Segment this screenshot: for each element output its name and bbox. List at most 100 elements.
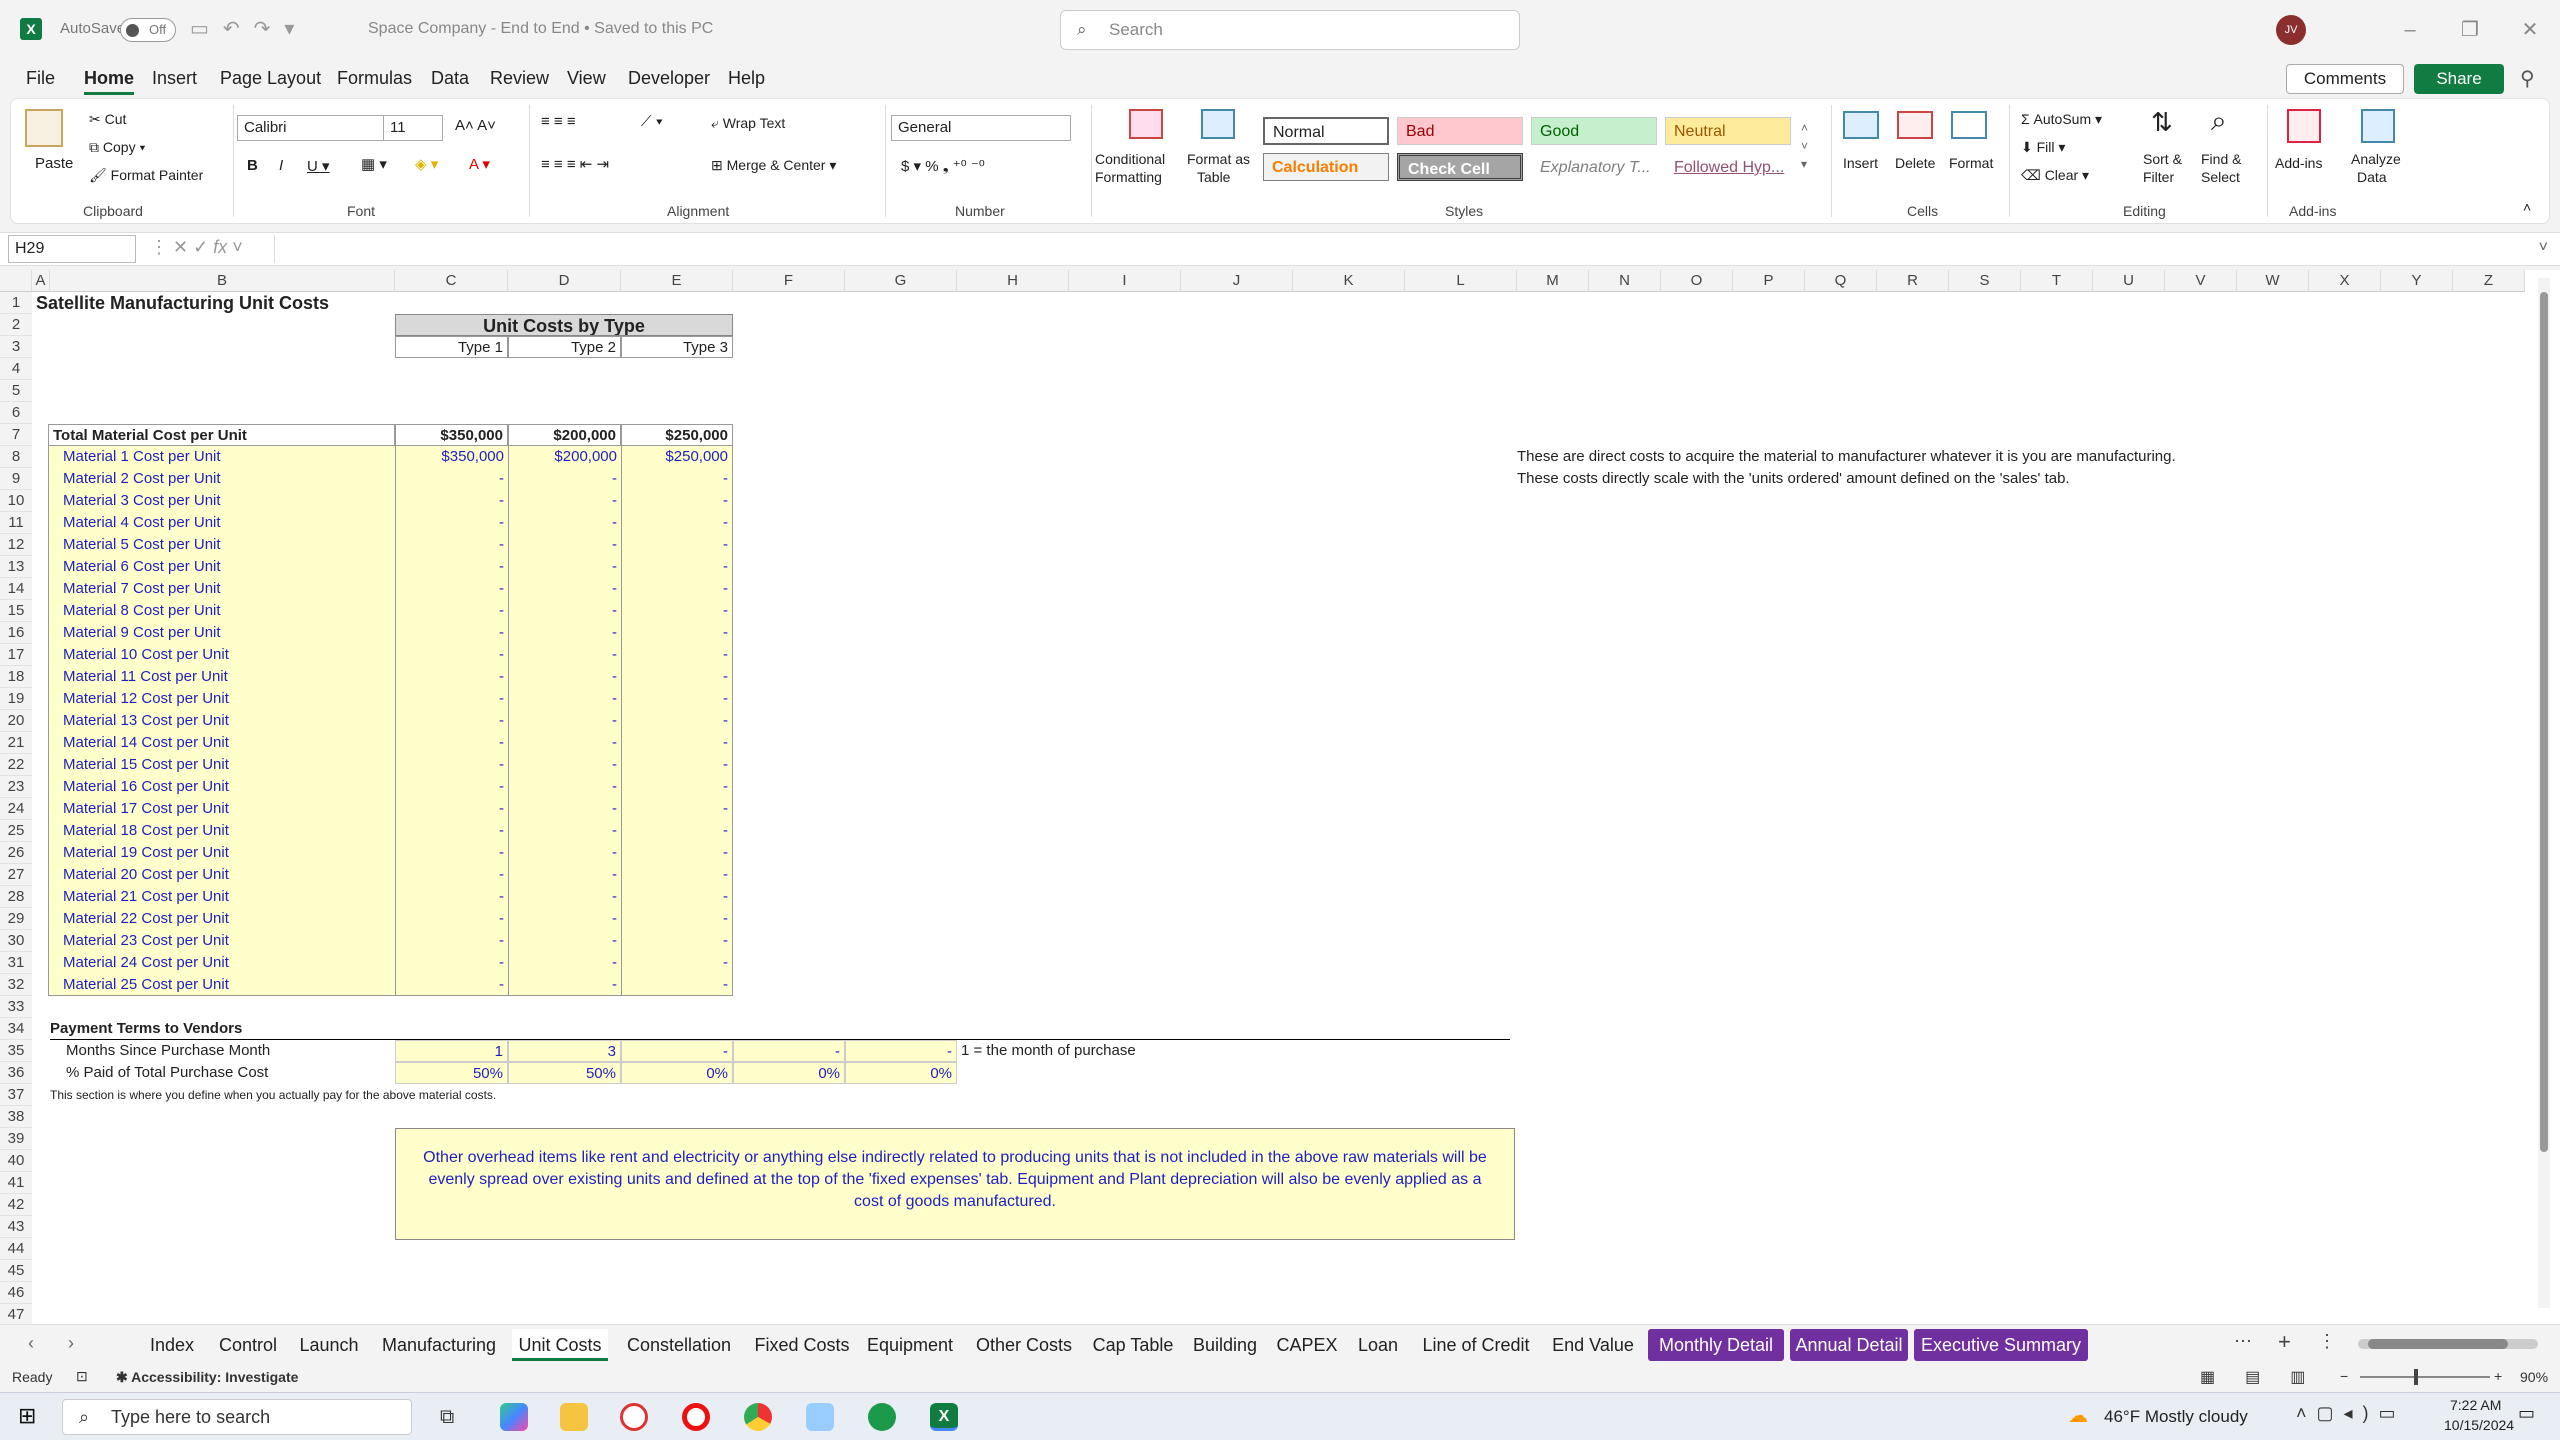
months-cell[interactable]: -	[621, 1040, 733, 1062]
align-left-icon[interactable]: ≡ ≡ ≡ ⇤ ⇥	[541, 155, 609, 173]
sheet-tab[interactable]: Line of Credit	[1414, 1329, 1538, 1361]
material-label[interactable]: Material 1 Cost per Unit	[48, 446, 395, 468]
type-header[interactable]: Type 2	[508, 336, 621, 358]
style-good[interactable]: Good	[1531, 117, 1657, 145]
tab-review[interactable]: Review	[490, 68, 549, 89]
material-cost-cell[interactable]: $250,000	[621, 446, 733, 468]
months-cell[interactable]: 1	[395, 1040, 508, 1062]
tab-formulas[interactable]: Formulas	[337, 68, 412, 89]
total-cost-cell[interactable]: $250,000	[621, 424, 733, 446]
material-cost-cell[interactable]: -	[508, 688, 621, 710]
material-cost-cell[interactable]: -	[621, 490, 733, 512]
select-all[interactable]	[0, 270, 32, 292]
sheet-tab[interactable]: Launch	[292, 1329, 366, 1361]
column-header[interactable]: A	[32, 270, 50, 292]
column-header[interactable]: N	[1589, 270, 1661, 292]
app-icon[interactable]	[806, 1403, 834, 1431]
sheet-tab[interactable]: Constellation	[614, 1329, 744, 1361]
sheet-tab[interactable]: Cap Table	[1088, 1329, 1178, 1361]
tab-developer[interactable]: Developer	[628, 68, 710, 89]
material-cost-cell[interactable]: -	[395, 578, 508, 600]
material-cost-cell[interactable]: -	[621, 974, 733, 996]
material-cost-cell[interactable]: -	[621, 534, 733, 556]
paid-cell[interactable]: 0%	[733, 1062, 845, 1084]
material-label[interactable]: Material 3 Cost per Unit	[48, 490, 395, 512]
row-header[interactable]: 38	[0, 1106, 32, 1128]
row-header[interactable]: 33	[0, 996, 32, 1018]
tab-page-layout[interactable]: Page Layout	[220, 68, 321, 89]
material-cost-cell[interactable]: -	[621, 952, 733, 974]
notifications-icon[interactable]: ▭	[2518, 1403, 2535, 1424]
tab-insert[interactable]: Insert	[152, 68, 197, 89]
material-cost-cell[interactable]: -	[508, 842, 621, 864]
sheet-tab[interactable]: Equipment	[860, 1329, 960, 1361]
avatar[interactable]: JV	[2276, 15, 2306, 45]
material-cost-cell[interactable]: -	[508, 666, 621, 688]
file-explorer-icon[interactable]	[560, 1403, 588, 1431]
comments-button[interactable]: Comments	[2286, 64, 2404, 94]
material-cost-cell[interactable]: -	[508, 974, 621, 996]
material-label[interactable]: Material 6 Cost per Unit	[48, 556, 395, 578]
row-header[interactable]: 30	[0, 930, 32, 952]
fill-button[interactable]: ⬇ Fill ▾	[2021, 139, 2065, 156]
material-cost-cell[interactable]: -	[395, 534, 508, 556]
paid-cell[interactable]: 0%	[621, 1062, 733, 1084]
row-header[interactable]: 3	[0, 336, 32, 358]
row-header[interactable]: 44	[0, 1238, 32, 1260]
accessibility-status[interactable]: ✱ Accessibility: Investigate	[116, 1369, 298, 1386]
orientation-icon[interactable]: ⟋ ▾	[641, 113, 663, 130]
material-label[interactable]: Material 12 Cost per Unit	[48, 688, 395, 710]
material-label[interactable]: Material 13 Cost per Unit	[48, 710, 395, 732]
style-normal[interactable]: Normal	[1263, 117, 1389, 145]
row-header[interactable]: 47	[0, 1304, 32, 1324]
column-header[interactable]: I	[1069, 270, 1181, 292]
scroll-thumb[interactable]	[2368, 1339, 2508, 1349]
collapse-ribbon-icon[interactable]: ˄	[2523, 199, 2531, 215]
column-header[interactable]: B	[50, 270, 395, 292]
insert-cells-button[interactable]: Insert	[1843, 155, 1878, 171]
row-header[interactable]: 20	[0, 710, 32, 732]
material-cost-cell[interactable]: -	[395, 974, 508, 996]
macro-record-icon[interactable]: ⊡	[76, 1368, 88, 1385]
row-header[interactable]: 45	[0, 1260, 32, 1282]
material-cost-cell[interactable]: -	[621, 864, 733, 886]
zoom-out-icon[interactable]: −	[2340, 1368, 2348, 1384]
delete-cells-button[interactable]: Delete	[1895, 155, 1935, 171]
column-header[interactable]: R	[1877, 270, 1949, 292]
material-cost-cell[interactable]: -	[621, 578, 733, 600]
material-label[interactable]: Material 22 Cost per Unit	[48, 908, 395, 930]
currency-icon[interactable]: $ ▾ % ❟ ⁺⁰ ⁻⁰	[901, 157, 985, 175]
view-buttons[interactable]: ▦▤▥	[2200, 1367, 2335, 1387]
column-header[interactable]: U	[2093, 270, 2165, 292]
font-size-select[interactable]: 11	[383, 115, 443, 141]
font-name-select[interactable]: Calibri	[237, 115, 389, 141]
material-cost-cell[interactable]: -	[621, 600, 733, 622]
format-as-table-label2[interactable]: Table	[1197, 169, 1230, 185]
months-cell[interactable]: -	[845, 1040, 957, 1062]
material-cost-cell[interactable]: -	[395, 952, 508, 974]
material-cost-cell[interactable]: -	[395, 842, 508, 864]
sort-filter-button[interactable]: Sort &	[2143, 151, 2182, 167]
row-header[interactable]: 8	[0, 446, 32, 468]
material-cost-cell[interactable]: -	[395, 556, 508, 578]
row-header[interactable]: 1	[0, 292, 32, 314]
column-header[interactable]: W	[2237, 270, 2309, 292]
material-cost-cell[interactable]: -	[395, 908, 508, 930]
material-cost-cell[interactable]: -	[395, 688, 508, 710]
column-header[interactable]: C	[395, 270, 508, 292]
column-header[interactable]: P	[1733, 270, 1805, 292]
sort-filter-label2[interactable]: Filter	[2143, 169, 2174, 185]
quick-access-toolbar[interactable]: ▭↶↷▾	[190, 16, 308, 41]
material-cost-cell[interactable]: -	[508, 886, 621, 908]
document-title[interactable]: Space Company - End to End • Saved to th…	[368, 20, 713, 38]
material-cost-cell[interactable]: $200,000	[508, 446, 621, 468]
paste-button[interactable]: Paste	[35, 155, 73, 172]
material-cost-cell[interactable]: -	[508, 952, 621, 974]
tab-help[interactable]: Help	[728, 68, 765, 89]
excel-taskbar-icon[interactable]: X	[930, 1403, 958, 1431]
grow-font-icon[interactable]: A˄ A˅	[455, 117, 496, 134]
material-label[interactable]: Material 15 Cost per Unit	[48, 754, 395, 776]
paid-cell[interactable]: 0%	[845, 1062, 957, 1084]
material-cost-cell[interactable]: -	[508, 468, 621, 490]
material-cost-cell[interactable]: -	[621, 886, 733, 908]
